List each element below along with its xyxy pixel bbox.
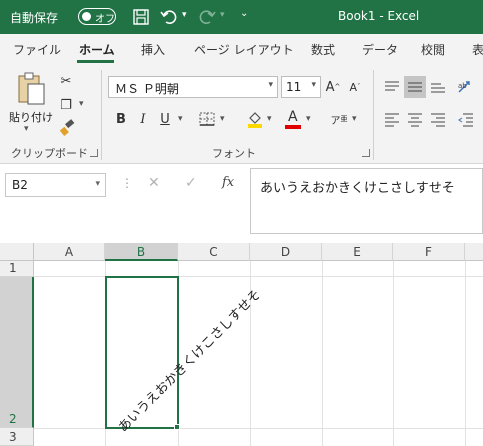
redo-icon[interactable] <box>196 6 218 28</box>
column-header-a[interactable]: A <box>34 243 105 261</box>
group-divider <box>101 70 102 160</box>
font-color-letter: A <box>288 109 298 125</box>
column-header-g[interactable] <box>465 243 483 261</box>
underline-dropdown-icon[interactable]: ▾ <box>178 114 183 124</box>
tab-home[interactable]: ホーム <box>79 41 115 58</box>
autosave-toggle[interactable]: オフ <box>78 8 116 25</box>
font-size-value: 11 <box>286 80 302 94</box>
column-header-d[interactable]: D <box>250 243 322 261</box>
format-painter-icon[interactable] <box>58 119 76 137</box>
font-name-value: ＭＳ Ｐ明朝 <box>115 82 179 96</box>
tab-insert[interactable]: 挿入 <box>141 41 165 58</box>
align-right-icon[interactable] <box>427 108 449 130</box>
cancel-icon[interactable]: ✕ <box>148 175 160 191</box>
chevron-down-icon: ▾ <box>95 179 100 189</box>
undo-icon[interactable] <box>158 6 180 28</box>
row-header-3[interactable]: 3 <box>0 428 34 446</box>
phonetic-dropdown-icon[interactable]: ▾ <box>352 114 357 124</box>
gridline <box>465 261 466 446</box>
gridline <box>322 261 323 446</box>
row-header-1[interactable]: 1 <box>0 261 34 277</box>
font-launcher-icon[interactable] <box>362 149 370 157</box>
grow-font-icon[interactable]: A ^ <box>322 76 344 98</box>
align-top-icon[interactable] <box>381 76 403 98</box>
insert-function-icon[interactable]: fx <box>222 175 234 190</box>
phonetic-guide-icon[interactable]: ア亜 <box>328 108 350 130</box>
gridline <box>34 428 483 429</box>
formula-input[interactable]: あいうえおかきくけこさしすせそ <box>250 168 483 234</box>
gridline <box>393 261 394 446</box>
active-tab-indicator <box>77 60 114 63</box>
copy-icon[interactable]: ❐ <box>55 94 77 116</box>
fill-color-dropdown-icon[interactable]: ▾ <box>267 114 272 124</box>
font-color-dropdown-icon[interactable]: ▾ <box>306 114 311 124</box>
ribbon-tabs: ファイル ホーム 挿入 ページ レイアウト 数式 データ 校閲 表 <box>0 34 483 64</box>
name-box-value: B2 <box>12 178 28 192</box>
group-divider <box>373 70 374 160</box>
align-left-icon[interactable] <box>381 108 403 130</box>
title-bar: 自動保存 オフ ▾ ▾ ⌄ Book1 - Excel <box>0 0 483 34</box>
bold-button[interactable]: B <box>110 108 132 130</box>
row-header-2[interactable]: 2 <box>0 277 34 428</box>
chevron-down-icon: ▾ <box>268 80 273 90</box>
clipboard-group-label: クリップボード <box>11 147 88 160</box>
gridline <box>34 276 483 277</box>
enter-icon[interactable]: ✓ <box>185 175 197 191</box>
save-icon[interactable] <box>130 6 152 28</box>
fill-handle[interactable] <box>174 424 180 430</box>
tab-view[interactable]: 表 <box>472 41 483 58</box>
shrink-font-icon[interactable]: Aˇ <box>344 76 366 98</box>
italic-button[interactable]: I <box>132 108 154 130</box>
column-header-f[interactable]: F <box>393 243 465 261</box>
tab-page-layout[interactable]: ページ レイアウト <box>194 41 294 58</box>
align-bottom-icon[interactable] <box>427 76 449 98</box>
paste-label[interactable]: 貼り付け <box>9 109 53 125</box>
toggle-knob <box>82 11 91 21</box>
tab-review[interactable]: 校閲 <box>421 41 445 58</box>
formula-bar-grip-icon: ⋮ <box>121 176 133 190</box>
decrease-indent-icon[interactable] <box>455 108 477 130</box>
ribbon: 貼り付け ▾ ✂ ❐ ▾ クリップボード ＭＳ Ｐ明朝 ▾ 11 ▾ A ^ Aˇ… <box>0 64 483 164</box>
copy-dropdown-icon[interactable]: ▾ <box>79 99 84 109</box>
window-title: Book1 - Excel <box>338 9 420 23</box>
orientation-icon[interactable]: ab <box>455 76 477 98</box>
font-color-button[interactable]: A <box>284 108 302 130</box>
align-middle-icon[interactable] <box>404 76 426 98</box>
autosave-label: 自動保存 <box>10 11 59 25</box>
worksheet-grid[interactable]: A B C D E F 1 2 3 あいうえおかきくけこさしすせそ <box>0 240 483 446</box>
paste-icon[interactable] <box>14 70 48 108</box>
column-header-e[interactable]: E <box>322 243 393 261</box>
select-all-corner[interactable] <box>0 243 34 261</box>
tab-formulas[interactable]: 数式 <box>311 41 335 58</box>
tab-data[interactable]: データ <box>362 41 398 58</box>
tab-file[interactable]: ファイル <box>13 41 61 58</box>
customize-qat-icon[interactable]: ⌄ <box>240 8 248 19</box>
formula-content: あいうえおかきくけこさしすせそ <box>260 181 455 196</box>
cut-icon[interactable]: ✂ <box>55 70 77 92</box>
fill-color-icon[interactable] <box>246 109 264 129</box>
font-size-combo[interactable]: 11 ▾ <box>281 76 321 98</box>
autosave-state: オフ <box>95 14 115 25</box>
column-header-c[interactable]: C <box>178 243 250 261</box>
name-box[interactable]: B2 ▾ <box>5 173 106 197</box>
redo-dropdown-icon[interactable]: ▾ <box>220 10 225 20</box>
chevron-down-icon: ▾ <box>311 80 316 90</box>
svg-text:ab: ab <box>458 82 467 90</box>
font-group-label: フォント <box>212 147 256 160</box>
align-center-icon[interactable] <box>404 108 426 130</box>
font-color-swatch <box>285 125 301 129</box>
undo-dropdown-icon[interactable]: ▾ <box>182 10 187 20</box>
clipboard-launcher-icon[interactable] <box>90 149 98 157</box>
formula-bar: B2 ▾ ⋮ ✕ ✓ fx あいうえおかきくけこさしすせそ <box>0 164 483 240</box>
column-header-b[interactable]: B <box>105 243 178 261</box>
borders-icon[interactable] <box>198 111 216 127</box>
borders-dropdown-icon[interactable]: ▾ <box>220 114 225 124</box>
paste-dropdown-icon[interactable]: ▾ <box>24 124 29 134</box>
underline-button[interactable]: U <box>154 108 176 130</box>
font-name-combo[interactable]: ＭＳ Ｐ明朝 ▾ <box>108 76 278 98</box>
